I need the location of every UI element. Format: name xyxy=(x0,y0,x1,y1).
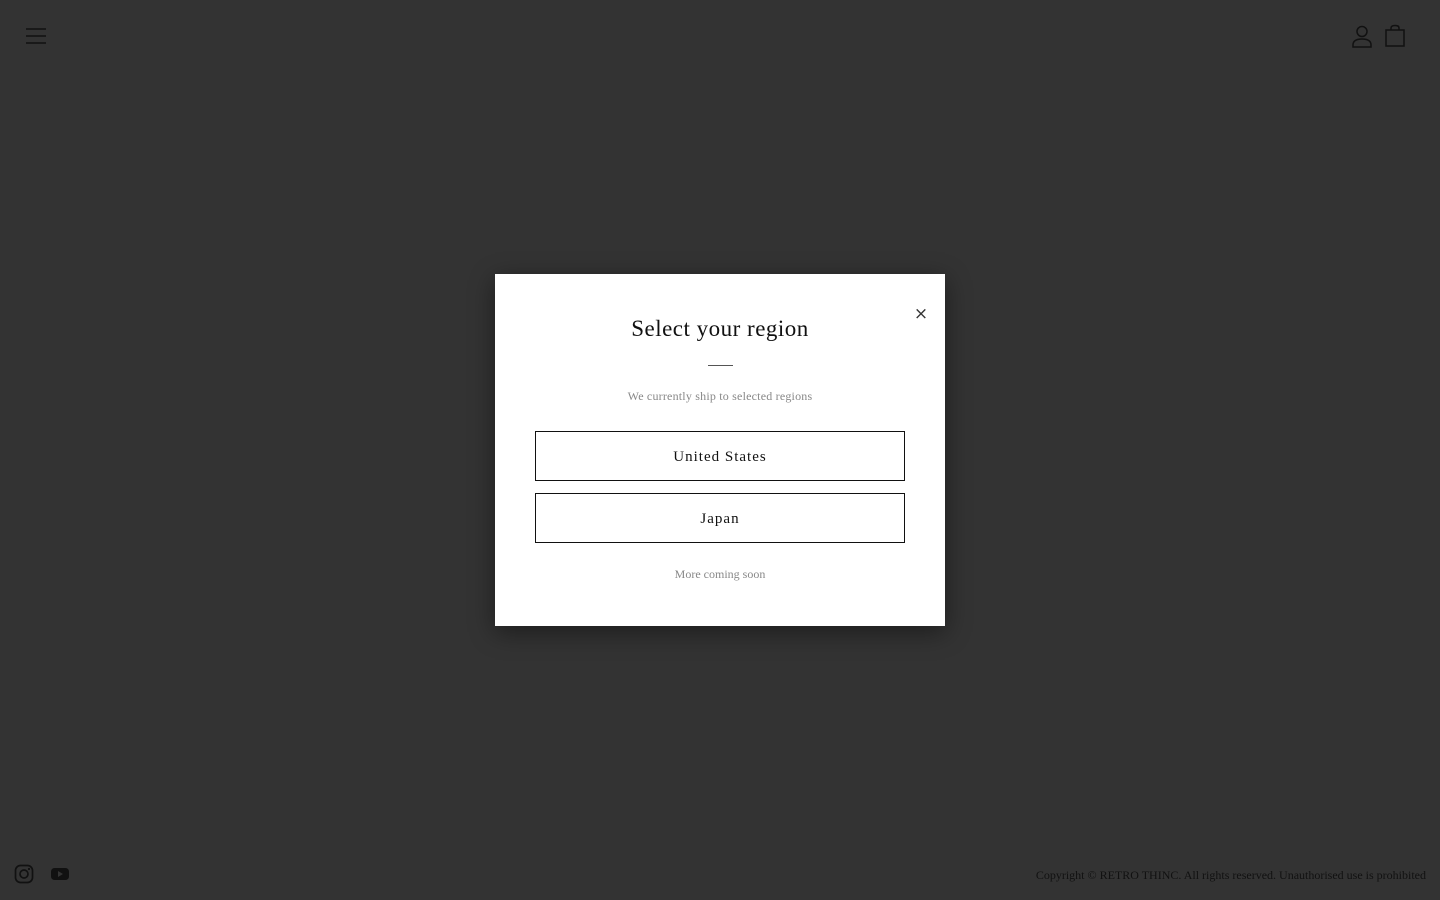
instagram-icon[interactable] xyxy=(14,864,34,884)
account-icon[interactable] xyxy=(1348,22,1376,50)
copyright-text: Copyright © RETRO THINC. All rights rese… xyxy=(1035,868,1426,882)
region-button-japan[interactable]: Japan xyxy=(535,493,905,543)
shopping-bag-icon[interactable] xyxy=(1381,22,1409,50)
region-select-modal: Select your region We currently ship to … xyxy=(495,274,945,626)
region-button-united-states[interactable]: United States xyxy=(535,431,905,481)
modal-subtitle: We currently ship to selected regions xyxy=(627,389,813,403)
hamburger-menu-icon[interactable] xyxy=(22,22,50,50)
page-backdrop: Select your region We currently ship to … xyxy=(0,0,1440,900)
title-divider xyxy=(708,365,733,366)
more-coming-soon-note: More coming soon xyxy=(674,567,766,581)
youtube-icon[interactable] xyxy=(50,864,70,884)
modal-title: Select your region xyxy=(631,316,809,341)
close-icon[interactable]: × xyxy=(911,303,931,325)
